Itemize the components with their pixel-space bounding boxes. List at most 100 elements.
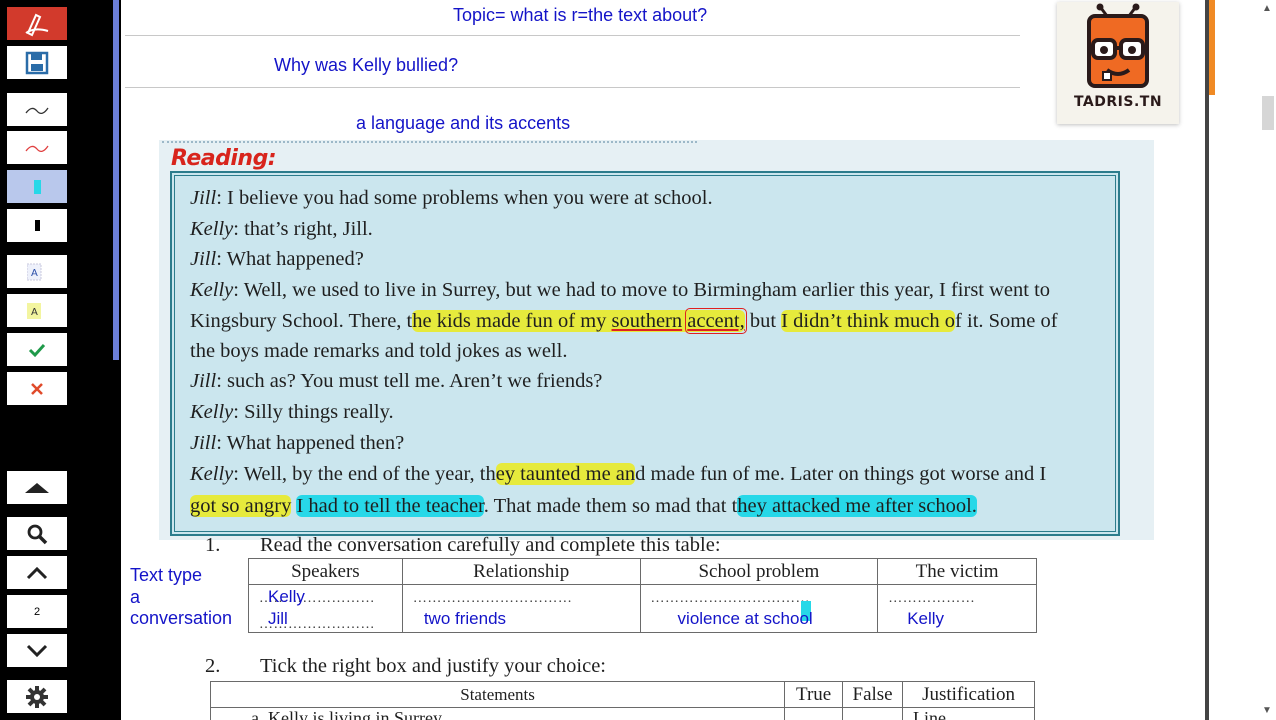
left-toolbar: A A 2 [0,0,115,720]
save-button[interactable] [7,46,67,79]
reading-line-5: Kingsbury School. There, the kids made f… [190,308,1058,334]
speakers-cell[interactable]: …………………… …………………… Kelly Jill [248,584,403,633]
yellow-highlight: got so angry [190,495,292,517]
black-marker-icon [34,220,40,231]
victim-cell[interactable]: ……………… Kelly [877,584,1037,633]
text-highlight-icon: A [27,302,41,319]
reading-line-3: Jill: What happened? [190,248,364,271]
pdf-glyph [25,13,49,36]
line-text: : What happened then? [216,432,405,454]
cyan-highlight: hey attacked me after school. [737,495,977,517]
question-annotation: Why was Kelly bullied? [274,55,459,75]
task-2-instruction: Tick the right box and justify your choi… [260,655,606,677]
reading-title: Reading: [171,146,277,171]
check-tool-button[interactable] [7,333,67,366]
table-header: Statements [209,681,786,708]
cross-icon [31,382,43,395]
task-1-table: Speakers Relationship School problem The… [248,558,1037,633]
search-button[interactable] [7,517,67,550]
topic-annotation: Topic= what is r=the text about? [453,5,708,25]
task-2-number: 2. [205,655,221,677]
scroll-up-icon[interactable]: ▲ [1258,0,1276,18]
speaker: Kelly [190,463,234,485]
line-text: : I believe you had some problems when y… [216,187,713,209]
reading-line-1: Jill: I believe you had some problems wh… [190,187,713,210]
reading-line-11: got so angry I had to tell the teacher. … [190,495,977,518]
line-text: d made fun of me. Later on things got wo… [635,463,1047,485]
robot-mascot-icon [1087,3,1149,88]
speaker: Jill [190,432,217,454]
cross-tool-button[interactable] [7,372,67,405]
first-page-button[interactable] [7,471,67,504]
line-text: f it. Some of [955,310,1058,332]
table-header: Speakers [248,558,403,585]
line-text: . That made them so mad that t [483,495,738,517]
svg-text:A: A [31,268,38,279]
line-text: Kingsbury School. There, t [190,310,413,332]
line-text: but [744,310,782,332]
false-box[interactable] [842,707,904,720]
red-box-annotation: accent, [685,308,747,334]
line-text: : Well, we used to live in Surrey, but w… [233,279,1051,301]
speaker: Kelly [190,218,234,240]
speaker: Jill [190,187,217,209]
document-page: Topic= what is r=the text about? Why was… [121,0,1205,720]
reading-line-7: Jill: such as? You must tell me. Aren’t … [190,370,602,393]
left-scrollbar-thumb[interactable] [113,0,119,360]
table-header: Relationship [401,558,641,585]
text-tool-button[interactable]: A [7,255,67,288]
line-text: the boys made remarks and told jokes as … [190,340,568,362]
task-1-number: 1. [205,534,221,556]
speaker: Kelly [190,401,234,423]
text-type-label: Text type [130,565,203,585]
pen-thin-red-button[interactable] [7,131,67,164]
svg-text:A: A [31,307,38,318]
reading-line-2: Kelly: that’s right, Jill. [190,218,373,241]
problem-cell[interactable]: …………………………… violence at school [639,584,879,633]
pen-thin-black-button[interactable] [7,93,67,126]
line-text: : What happened? [216,248,364,270]
settings-button[interactable] [7,680,67,713]
yellow-highlight: I didn’t think much o [781,310,956,332]
pdf-icon[interactable] [7,7,67,40]
yellow-highlight: he kids made fun of my southern accent, [412,308,747,334]
table-header: School problem [639,558,879,585]
page-number: 2 [33,605,41,618]
task-2-table: Statements True False Justification a. K… [209,681,1035,720]
victim-answer: Kelly [907,609,945,628]
table-header: False [842,681,904,708]
speaker: Kelly [190,279,234,301]
text-type-value: conversation [130,608,233,628]
reading-line-6: the boys made remarks and told jokes as … [190,340,567,363]
right-scrollbar-thumb[interactable] [1262,96,1274,130]
chevron-up-icon [26,566,48,579]
scroll-down-icon[interactable]: ▼ [1258,702,1276,720]
dotted-blank: ……………… [888,591,976,606]
line-text: he kids made fun of my [412,310,607,332]
line-text: : such as? You must tell me. Aren’t we f… [216,370,603,392]
relationship-cell[interactable]: …………………………… two friends [401,584,641,633]
check-icon [28,343,46,357]
triangle-up-icon [25,482,49,493]
next-page-button[interactable] [7,634,67,667]
line-text: : Silly things really. [233,401,394,423]
text-highlight-button[interactable]: A [7,294,67,327]
marker-black-button[interactable] [7,209,67,242]
tadris-logo: TADRIS.TN [1057,2,1179,124]
speaker: Jill [190,370,217,392]
previous-page-button[interactable] [7,556,67,589]
ruled-line [125,87,1020,88]
yellow-highlight: ey taunted me an [495,463,636,485]
search-icon [27,524,48,544]
page-number-field[interactable]: 2 [7,595,67,628]
highlighter-cyan-button[interactable] [7,170,67,203]
cyan-marker-icon [33,179,41,194]
problem-answer: violence at school [677,609,813,628]
squiggle-red-icon [25,145,49,152]
floppy-disk-icon [25,51,49,74]
red-underline: southern [611,310,683,332]
answer-annotation: a language and its accents [356,113,571,133]
true-box[interactable] [784,707,844,720]
table-header: True [784,681,844,708]
line-text: : Well, by the end of the year, th [233,463,496,485]
